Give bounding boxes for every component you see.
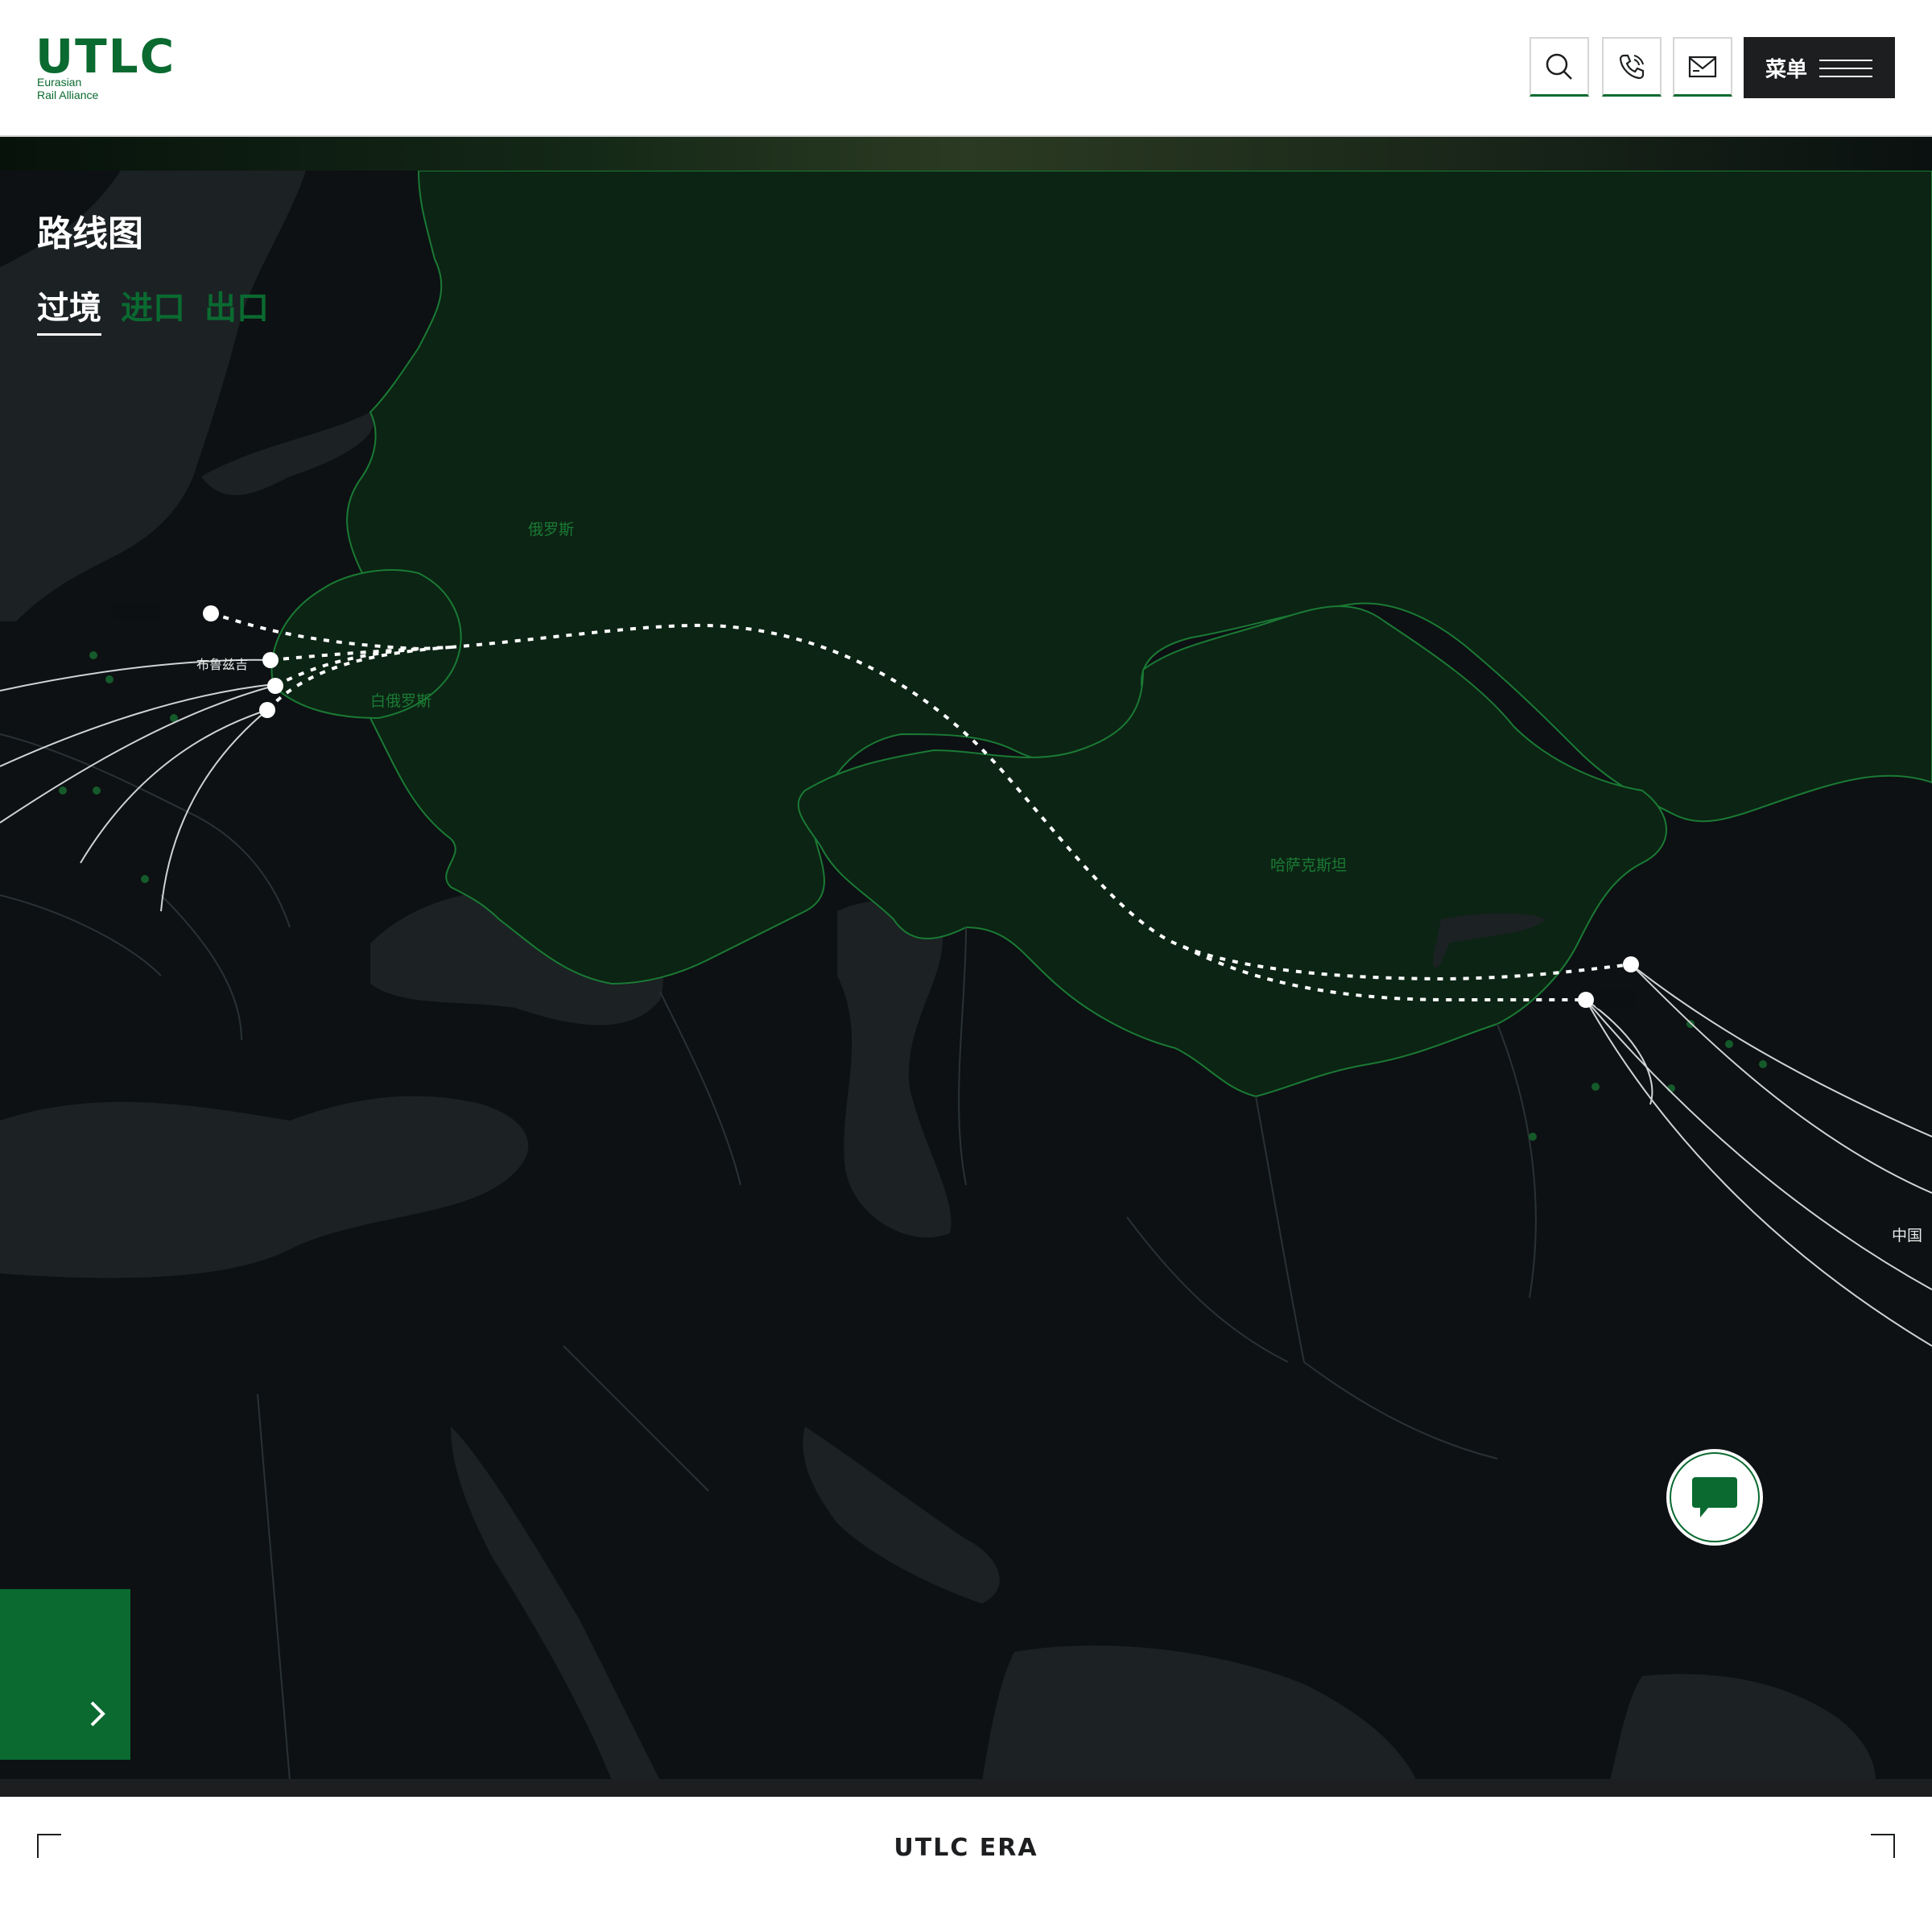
country-label-kazakhstan: 哈萨克斯坦 <box>1270 857 1348 874</box>
logo-tagline: Eurasian Rail Alliance <box>37 76 99 101</box>
chat-button[interactable] <box>1666 1449 1763 1546</box>
chevron-right-icon <box>90 1701 105 1727</box>
mail-icon <box>1688 56 1717 77</box>
mail-button[interactable] <box>1673 37 1732 97</box>
phone-icon <box>1619 54 1645 79</box>
route-map-title: 路线图 <box>37 214 143 254</box>
country-label-belarus: 白俄罗斯 <box>370 693 432 710</box>
hamburger-icon <box>1819 60 1872 77</box>
chat-bubble-icon <box>1692 1477 1737 1517</box>
era-section <box>0 1797 1932 1932</box>
route-map <box>0 171 1932 1781</box>
era-title: UTLC ERA <box>894 1834 1038 1862</box>
menu-button[interactable]: 菜单 <box>1744 37 1895 98</box>
utlc-logo[interactable]: UTLC Eurasian Rail Alliance <box>35 31 188 101</box>
section-divider <box>0 1779 1932 1797</box>
hero-image-strip <box>0 137 1932 171</box>
country-label-china: 中国 <box>1892 1228 1923 1245</box>
menu-label: 菜单 <box>1765 56 1808 81</box>
site-header: UTLC Eurasian Rail Alliance 菜单 <box>0 0 1932 137</box>
search-icon <box>1546 53 1572 80</box>
phone-button[interactable] <box>1602 37 1662 97</box>
city-label-brest[interactable]: 布鲁兹吉 <box>196 654 248 673</box>
tab-import[interactable]: 进口 <box>121 282 185 328</box>
map-side-panel[interactable] <box>0 1589 130 1760</box>
logo-wordmark: UTLC <box>35 29 176 84</box>
country-label-russia: 俄罗斯 <box>528 522 575 539</box>
tab-transit[interactable]: 过境 <box>37 282 101 336</box>
search-button[interactable] <box>1530 37 1589 97</box>
tab-export[interactable]: 出口 <box>204 282 269 328</box>
